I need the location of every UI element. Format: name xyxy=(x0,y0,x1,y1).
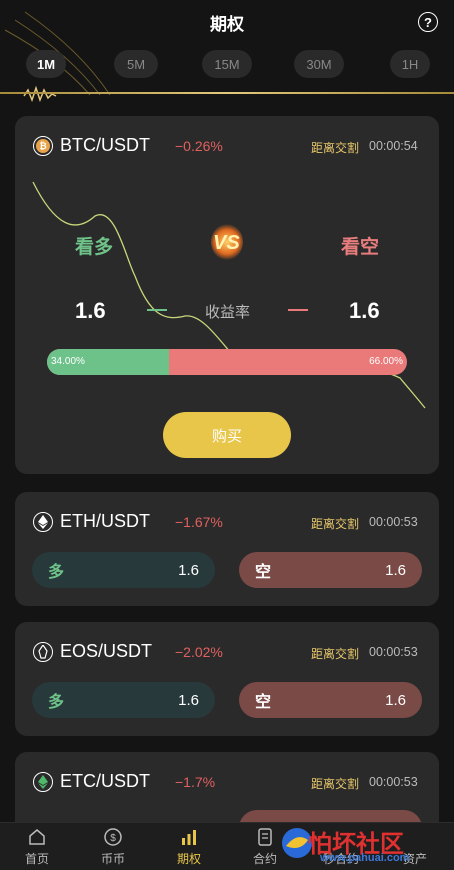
eos-icon xyxy=(33,642,53,662)
price-change: −2.02% xyxy=(175,644,223,660)
short-button[interactable]: 空 1.6 xyxy=(239,552,422,588)
bear-rate: 1.6 xyxy=(349,298,380,323)
featured-option-card: ₿ BTC/USDT −0.26% 距离交割 00:00:54 看多 VS 看空… xyxy=(15,116,439,474)
eth-icon xyxy=(33,512,53,532)
price-change: −1.7% xyxy=(175,774,216,790)
nav-options[interactable]: 期权 xyxy=(154,827,224,869)
pair-name: ETC/USDT xyxy=(60,771,150,791)
long-rate: 1.6 xyxy=(178,561,199,579)
etc-icon xyxy=(33,772,53,792)
bull-dash xyxy=(147,309,167,311)
long-button[interactable]: 多 1.6 xyxy=(32,552,215,588)
page-title: 期权 xyxy=(210,14,244,35)
gold-divider xyxy=(0,92,454,94)
tab-1m[interactable]: 1M xyxy=(26,50,66,78)
buy-button[interactable]: 购买 xyxy=(163,412,291,458)
bear-dash xyxy=(288,309,308,311)
price-change: −1.67% xyxy=(175,514,223,530)
long-label: 多 xyxy=(48,562,65,581)
countdown-timer: 00:00:53 xyxy=(369,515,418,529)
timeframe-tabs: 1M 5M 15M 30M 1H xyxy=(0,50,454,80)
bull-percent: 34.00% xyxy=(51,356,85,367)
short-label: 空 xyxy=(255,692,272,711)
nav-spot[interactable]: $ 币币 xyxy=(78,827,148,869)
top-bar: 期权 ? xyxy=(0,0,454,44)
countdown-label: 距离交割 xyxy=(311,777,360,791)
tab-1h[interactable]: 1H xyxy=(390,50,430,78)
countdown-label: 距离交割 xyxy=(311,517,360,531)
versus-icon: VS xyxy=(205,220,249,264)
svg-text:$: $ xyxy=(110,833,116,844)
tab-30m[interactable]: 30M xyxy=(294,50,344,78)
coin-icon: $ xyxy=(104,828,122,846)
long-label: 多 xyxy=(48,692,65,711)
pair-name: ETH/USDT xyxy=(60,511,150,531)
bull-label: 看多 xyxy=(75,236,114,258)
short-label: 空 xyxy=(255,562,272,581)
countdown-label: 距离交割 xyxy=(311,647,360,661)
sentiment-bar: 34.00% 66.00% xyxy=(47,349,407,375)
pair-name: EOS/USDT xyxy=(60,641,153,661)
short-rate: 1.6 xyxy=(385,691,406,709)
watermark: 怕坏社区 www.pahuai.com xyxy=(276,824,454,870)
bar-chart-icon xyxy=(182,830,196,845)
watermark-url: www.pahuai.com xyxy=(320,852,410,864)
yield-label: 收益率 xyxy=(205,303,251,321)
help-icon[interactable]: ? xyxy=(418,12,438,32)
short-rate: 1.6 xyxy=(385,561,406,579)
home-icon xyxy=(29,829,45,845)
tab-15m[interactable]: 15M xyxy=(202,50,252,78)
short-button[interactable]: 空 1.6 xyxy=(239,682,422,718)
bear-percent: 66.00% xyxy=(369,356,403,367)
contract-card-eos[interactable]: EOS/USDT −2.02% 距离交割 00:00:53 多 1.6 空 1.… xyxy=(15,622,439,736)
countdown-timer: 00:00:53 xyxy=(369,645,418,659)
long-rate: 1.6 xyxy=(178,691,199,709)
bull-rate: 1.6 xyxy=(75,298,106,323)
contract-card-eth[interactable]: ETH/USDT −1.67% 距离交割 00:00:53 多 1.6 空 1.… xyxy=(15,492,439,606)
document-icon xyxy=(258,828,272,846)
countdown-timer: 00:00:53 xyxy=(369,775,418,789)
bear-label: 看空 xyxy=(341,236,380,258)
tab-5m[interactable]: 5M xyxy=(114,50,158,78)
long-button[interactable]: 多 1.6 xyxy=(32,682,215,718)
nav-home[interactable]: 首页 xyxy=(2,827,72,869)
